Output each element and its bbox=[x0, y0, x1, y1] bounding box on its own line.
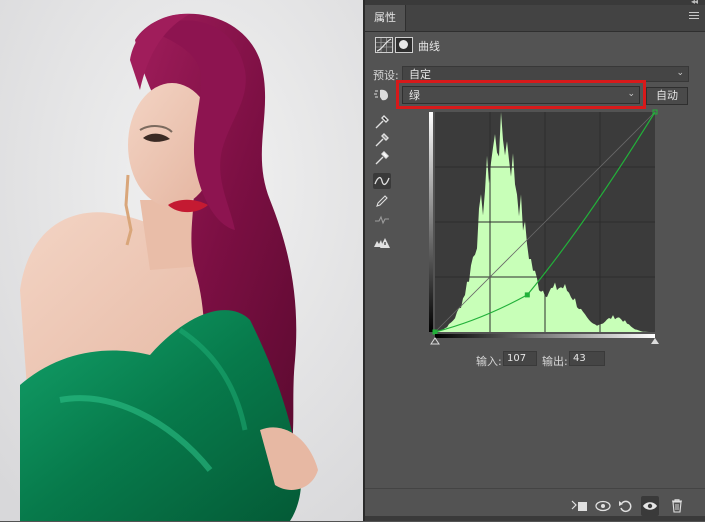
preset-label: 预设: bbox=[373, 69, 399, 82]
black-slider-icon[interactable] bbox=[430, 337, 440, 345]
input-field[interactable]: 107 bbox=[503, 351, 537, 366]
curve-point-mid[interactable] bbox=[524, 292, 530, 298]
curve-points-icon[interactable] bbox=[373, 173, 391, 189]
pencil-draw-icon[interactable] bbox=[373, 193, 391, 209]
tab-properties[interactable]: 属性 bbox=[365, 5, 406, 31]
input-label: 输入: bbox=[476, 355, 502, 368]
annotation-highlight-box bbox=[396, 80, 646, 109]
input-gradient-bar bbox=[435, 334, 655, 338]
layer-mask-icon[interactable] bbox=[395, 37, 413, 53]
output-gradient-bar bbox=[429, 112, 433, 332]
clip-to-layer-icon[interactable] bbox=[571, 499, 589, 513]
curve-point-black[interactable] bbox=[432, 329, 438, 335]
white-slider-icon[interactable] bbox=[651, 338, 659, 344]
gray-point-eyedropper-icon[interactable] bbox=[373, 132, 391, 148]
view-previous-state-icon[interactable] bbox=[594, 499, 612, 513]
curves-adjustment-icon[interactable] bbox=[375, 37, 393, 53]
input-output-row: 输入: 107 输出: 43 bbox=[365, 350, 705, 368]
output-label: 输出: bbox=[542, 355, 568, 368]
visibility-icon[interactable] bbox=[641, 496, 659, 516]
panel-bottom-strip bbox=[365, 516, 705, 521]
clipping-warning-icon[interactable] bbox=[373, 234, 391, 250]
panel-tab-bar: 属性 bbox=[365, 5, 705, 32]
curves-graph[interactable] bbox=[423, 108, 663, 351]
white-point-eyedropper-icon[interactable] bbox=[373, 150, 391, 166]
output-field[interactable]: 43 bbox=[569, 351, 605, 366]
portrait-image bbox=[0, 0, 363, 521]
panel-menu-icon[interactable] bbox=[689, 12, 699, 22]
auto-button[interactable]: 自动 bbox=[646, 87, 688, 105]
chevron-down-icon: ⌄ bbox=[676, 68, 684, 78]
black-point-eyedropper-icon[interactable] bbox=[373, 114, 391, 130]
curves-graph-svg[interactable] bbox=[423, 108, 663, 348]
properties-panel: ◂◂ 属性 曲线 预设: 自定 ⌄ 绿 ⌄ 自动 输入: 107 输出: 43 bbox=[365, 0, 705, 522]
trash-icon[interactable] bbox=[668, 499, 686, 513]
smooth-curve-icon[interactable] bbox=[373, 212, 391, 228]
adjustment-header: 曲线 bbox=[365, 34, 705, 56]
sample-in-image-icon[interactable] bbox=[373, 88, 389, 102]
reset-icon[interactable] bbox=[617, 499, 635, 513]
adjustment-title: 曲线 bbox=[418, 40, 440, 53]
canvas-photo bbox=[0, 0, 363, 521]
